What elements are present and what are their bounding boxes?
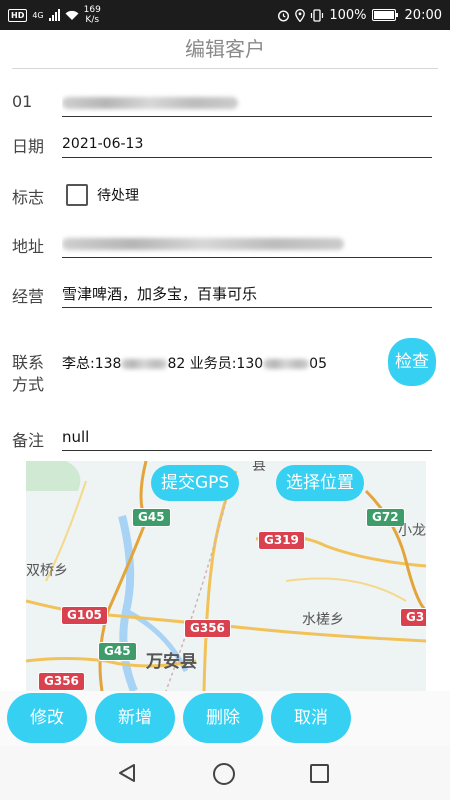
delete-button[interactable]: 删除: [183, 693, 263, 743]
contact-salesman: 82 业务员:130: [167, 356, 264, 372]
blurred-name: [62, 96, 238, 109]
choose-location-button[interactable]: 选择位置: [276, 465, 364, 501]
business-label: 经营: [12, 287, 45, 306]
place-county: 县: [252, 461, 266, 474]
place-shuicha: 水槎乡: [302, 612, 344, 628]
road-shield-g45-south: G45: [98, 642, 137, 661]
name-field[interactable]: [62, 90, 432, 117]
note-row: 备注 null: [12, 424, 438, 452]
contact-boss-prefix: 李总:138: [62, 356, 122, 372]
flag-row: 标志 待处理: [12, 182, 438, 208]
add-button[interactable]: 新增: [95, 693, 175, 743]
pending-checkbox-label[interactable]: 待处理: [97, 185, 139, 205]
place-xiaolong: 小龙: [398, 523, 426, 539]
road-shield-g105: G105: [61, 606, 108, 625]
speed-unit: K/s: [85, 15, 100, 25]
status-bar: HD 4G 169 K/s 100% 20:00: [0, 0, 450, 30]
contact-row: 联系 方式 李总:138 82 业务员:130 05 检查: [12, 338, 438, 398]
speed-value: 169: [83, 5, 101, 15]
blurred-phone-2: [263, 359, 310, 369]
page-title: 编辑客户: [12, 30, 438, 69]
contact-label-line2: 方式: [12, 375, 45, 394]
contact-label: 联系 方式: [12, 352, 44, 396]
road-shield-g356-west: G356: [38, 672, 85, 691]
recent-apps-icon[interactable]: [310, 764, 329, 783]
battery-icon: [371, 9, 398, 21]
hd-badge: HD: [8, 8, 28, 22]
road-shield-g45-north: G45: [132, 508, 171, 527]
network-speed: 169 K/s: [84, 5, 101, 25]
road-shield-g3: G3: [400, 608, 426, 627]
address-row: 地址: [12, 231, 438, 259]
flag-label: 标志: [12, 188, 45, 207]
submit-gps-button[interactable]: 提交GPS: [151, 465, 240, 501]
home-icon[interactable]: [213, 763, 235, 785]
modify-button[interactable]: 修改: [7, 693, 87, 743]
vibrate-icon: [311, 8, 324, 22]
note-field[interactable]: null: [62, 424, 432, 451]
place-wanan: 万安县: [146, 652, 197, 672]
network-type: 4G: [32, 10, 44, 20]
back-icon[interactable]: [117, 763, 137, 783]
system-nav-bar: [0, 746, 450, 800]
wifi-icon: [65, 10, 79, 20]
contact-field[interactable]: 李总:138 82 业务员:130 05: [62, 352, 384, 376]
business-field[interactable]: 雪津啤酒，加多宝，百事可乐: [62, 281, 432, 308]
date-label: 日期: [12, 137, 45, 156]
blurred-phone-1: [121, 359, 168, 369]
name-row: 01: [12, 90, 438, 118]
road-shield-g356-center: G356: [184, 619, 231, 638]
location-icon: [295, 8, 306, 22]
clock: 20:00: [404, 7, 442, 23]
address-field[interactable]: [62, 231, 432, 258]
contact-label-line1: 联系: [12, 353, 45, 372]
battery-percent: 100%: [329, 7, 367, 23]
note-label: 备注: [12, 431, 45, 450]
id-label: 01: [12, 92, 33, 111]
address-label: 地址: [12, 237, 45, 256]
map-view[interactable]: G45 G72 G319 G105 G356 G45 G356 G3 双桥乡 水…: [26, 461, 426, 691]
contact-phone-suffix: 05: [309, 356, 327, 372]
check-button[interactable]: 检查: [388, 338, 436, 386]
blurred-address: [62, 237, 344, 250]
cancel-button[interactable]: 取消: [271, 693, 351, 743]
date-row: 日期 2021-06-13: [12, 131, 438, 159]
business-row: 经营 雪津啤酒，加多宝，百事可乐: [12, 281, 438, 309]
pending-checkbox[interactable]: [66, 184, 88, 206]
place-shuangqiao: 双桥乡: [26, 563, 68, 579]
road-shield-g319: G319: [258, 531, 305, 550]
alarm-icon: [278, 9, 290, 22]
signal-icon: [48, 9, 60, 21]
date-field[interactable]: 2021-06-13: [62, 131, 432, 158]
